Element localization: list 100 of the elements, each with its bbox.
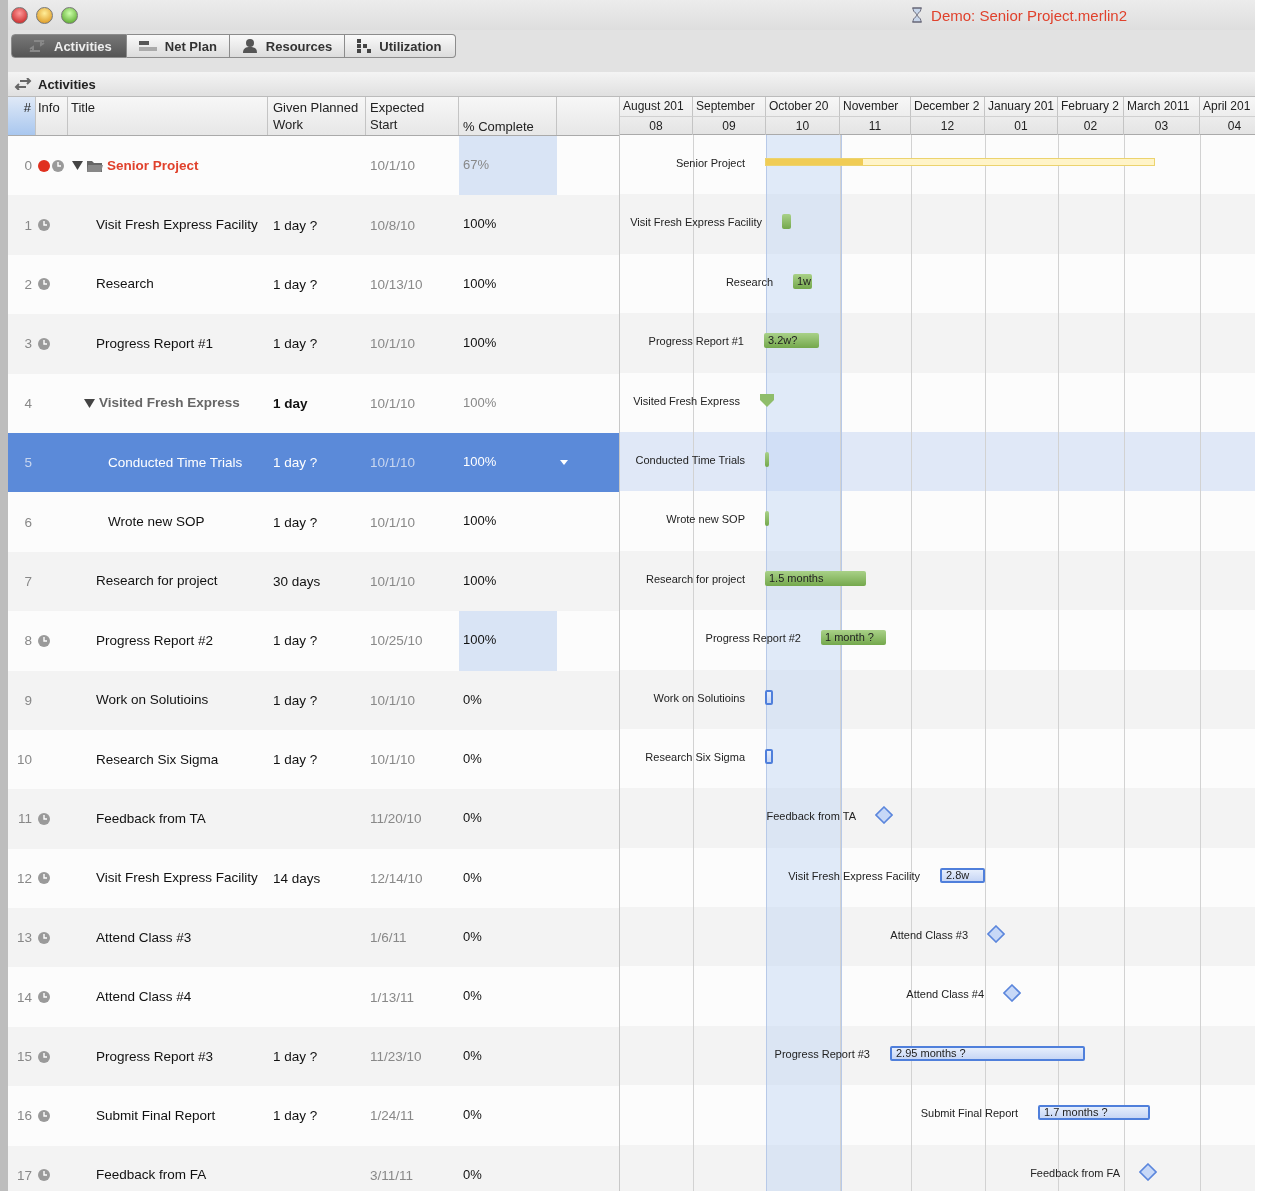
- arrows-icon: [28, 40, 46, 52]
- percent-cell-text: 100%: [462, 512, 498, 531]
- month-header: October 20: [766, 97, 840, 116]
- table-row[interactable]: 17 Feedback from FA 3/11/11 0%: [8, 1145, 619, 1191]
- planned-work: 1 day ?: [273, 276, 318, 292]
- percent-cell-text: 100%: [462, 393, 498, 412]
- column-header[interactable]: % Complete: [459, 97, 557, 135]
- planned-work: 1 day ?: [273, 217, 318, 233]
- percent-cell-text: 0%: [462, 749, 483, 768]
- planned-work: 1 day ?: [273, 1049, 318, 1065]
- task-bar[interactable]: [765, 511, 769, 527]
- column-header[interactable]: Info: [36, 97, 68, 135]
- minimize-button[interactable]: [36, 6, 53, 24]
- task-bar[interactable]: [765, 451, 769, 467]
- row-number: 8: [24, 633, 32, 649]
- start-date: 1/6/11: [370, 930, 407, 946]
- bar-label: Visit Fresh Express Facility: [788, 869, 920, 882]
- view-tab[interactable]: Net Plan: [126, 34, 230, 58]
- disclosure-triangle-icon[interactable]: [72, 161, 83, 171]
- percent-cell-text: 0%: [462, 987, 483, 1006]
- start-date: 3/11/11: [370, 1167, 414, 1183]
- table-row[interactable]: 3 Progress Report #1 1 day ? 10/1/10 100%: [8, 314, 619, 374]
- task-title: Senior Project: [107, 157, 199, 174]
- task-bar[interactable]: [765, 748, 773, 764]
- task-bar[interactable]: 1.5 months: [765, 570, 866, 586]
- bar-label: Senior Project: [675, 157, 745, 169]
- task-bar[interactable]: 1w: [793, 273, 812, 289]
- window-title: Demo: Senior Project.merlin2: [931, 6, 1127, 24]
- row-number: 2: [24, 276, 32, 292]
- disclosure-triangle-icon[interactable]: [84, 398, 95, 408]
- planned-work: 1 day ?: [273, 336, 318, 352]
- blocks-icon: [357, 39, 372, 53]
- task-title: Research Six Sigma: [96, 751, 219, 768]
- table-row[interactable]: 15 Progress Report #3 1 day ? 11/23/10 0%: [8, 1026, 619, 1087]
- task-bar[interactable]: 1.7 months ?: [1038, 1105, 1150, 1121]
- task-title: Visited Fresh Express: [99, 395, 240, 412]
- arrows-icon: [14, 78, 32, 90]
- start-date: 10/13/10: [370, 276, 423, 292]
- row-number: 17: [16, 1167, 32, 1183]
- row-number: 4: [24, 395, 32, 411]
- task-title: Wrote new SOP: [108, 514, 205, 531]
- row-number: 14: [16, 989, 32, 1005]
- table-row[interactable]: 13 Attend Class #3 1/6/11 0%: [8, 908, 619, 968]
- task-title: Work on Solutioins: [96, 692, 209, 709]
- percent-cell-text: 100%: [462, 571, 498, 590]
- row-number: 9: [24, 692, 32, 708]
- percent-cell-text: 100%: [462, 452, 498, 471]
- person-icon: [241, 39, 258, 53]
- percent-cell-text: 0%: [462, 928, 483, 947]
- column-header[interactable]: #: [8, 97, 36, 135]
- bar-label: Research: [725, 275, 773, 288]
- start-date: 10/1/10: [370, 455, 416, 471]
- bar-label: Wrote new SOP: [666, 513, 745, 526]
- planned-work: 30 days: [273, 573, 321, 589]
- view-tab[interactable]: Resources: [229, 34, 346, 58]
- task-title: Feedback from TA: [96, 811, 206, 827]
- bar-label: Feedback from FA: [1030, 1166, 1120, 1179]
- task-title: Submit Final Report: [96, 1107, 216, 1124]
- column-header[interactable]: Title: [68, 97, 268, 135]
- table-row[interactable]: 11 Feedback from TA 11/20/10 0%: [8, 789, 619, 849]
- folder-icon: [87, 159, 103, 172]
- view-tab[interactable]: Utilization: [345, 34, 457, 58]
- milestone-diamond[interactable]: [875, 806, 893, 825]
- bar-label: Research Six Sigma: [645, 750, 745, 763]
- table-row[interactable]: 1 Visit Fresh Express Facility 1 day ? 10/8/10 100%: [8, 195, 619, 255]
- row-number: 0: [24, 158, 32, 174]
- task-bar[interactable]: 1 month ?: [821, 630, 886, 646]
- table-row[interactable]: 7 Research for project 30 days 10/1/10 100%: [8, 551, 619, 612]
- zoom-button[interactable]: [61, 6, 78, 24]
- task-bar[interactable]: 2.95 months ?: [890, 1045, 1085, 1061]
- task-bar[interactable]: 2.8w: [940, 867, 985, 883]
- close-button[interactable]: [11, 6, 28, 24]
- start-date: 10/1/10: [370, 395, 416, 411]
- start-date: 10/25/10: [370, 633, 423, 649]
- task-title: Attend Class #4: [96, 989, 192, 1006]
- task-bar[interactable]: [782, 214, 791, 230]
- row-number: 7: [24, 573, 32, 589]
- month-header: September: [693, 97, 766, 116]
- start-date: 1/24/11: [370, 1108, 415, 1124]
- planned-work: 1 day: [273, 395, 308, 411]
- month-header: April 201: [1200, 97, 1255, 116]
- month-header: March 2011: [1124, 97, 1200, 116]
- row-number: 15: [16, 1049, 32, 1065]
- bar-label: Attend Class #4: [906, 988, 984, 1001]
- task-bar[interactable]: 3.2w?: [764, 333, 819, 349]
- task-title: Research for project: [96, 573, 218, 590]
- row-number: 16: [16, 1108, 32, 1124]
- bar-label: Conducted Time Trials: [635, 453, 745, 466]
- column-header[interactable]: Expected Start: [366, 97, 459, 135]
- percent-cell: 100%: [459, 611, 557, 671]
- table-row[interactable]: 9 Work on Solutioins 1 day ? 10/1/10 0%: [8, 670, 619, 730]
- view-tab[interactable]: Activities: [11, 34, 127, 58]
- caret-icon[interactable]: [560, 460, 568, 466]
- task-bar[interactable]: [765, 689, 773, 705]
- column-header[interactable]: Given Planned Work: [268, 97, 366, 135]
- milestone-diamond[interactable]: [1139, 1162, 1157, 1181]
- start-date: 10/1/10: [370, 752, 416, 768]
- group-marker[interactable]: [760, 393, 774, 407]
- percent-cell-text: 0%: [462, 1106, 483, 1125]
- milestone-diamond[interactable]: [1003, 984, 1021, 1003]
